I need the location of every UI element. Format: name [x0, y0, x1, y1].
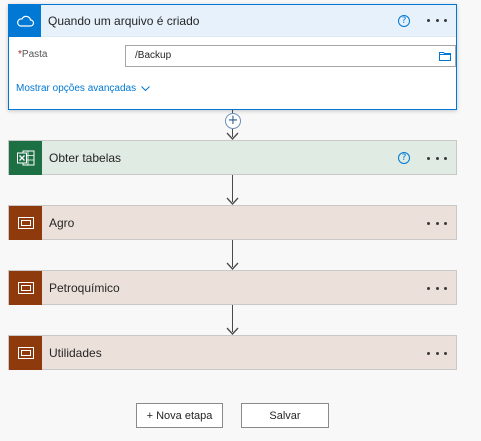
save-button[interactable]: Salvar [241, 403, 329, 428]
excel-icon [9, 141, 42, 175]
new-step-button[interactable]: + Nova etapa [136, 403, 223, 428]
advanced-options-label: Mostrar opções avançadas [16, 83, 137, 94]
scope-title: Petroquímico [49, 281, 120, 295]
excel-card-title: Obter tabelas [49, 151, 122, 165]
arrow-down-icon [226, 262, 239, 270]
add-step-plus-button[interactable]: + [225, 113, 241, 129]
folder-input-value: /Backup [135, 50, 172, 61]
trigger-title: Quando um arquivo é criado [48, 13, 200, 28]
more-options-icon[interactable] [427, 346, 447, 360]
scope-title: Utilidades [49, 346, 102, 360]
more-options-icon[interactable] [427, 281, 447, 295]
folder-field-label: *Pasta [18, 49, 48, 60]
more-options-icon[interactable] [427, 151, 447, 165]
scope-title: Agro [49, 216, 75, 230]
scope-icon [9, 271, 42, 305]
more-options-icon[interactable] [427, 216, 447, 230]
show-advanced-options-link[interactable]: Mostrar opções avançadas [16, 83, 150, 94]
scope-card-petroquimico[interactable]: Petroquímico [8, 270, 457, 305]
arrow-down-icon [226, 197, 239, 205]
folder-picker-icon[interactable] [439, 51, 451, 61]
trigger-header[interactable]: Quando um arquivo é criado ? [9, 4, 456, 37]
folder-input[interactable]: /Backup [125, 45, 456, 67]
trigger-card[interactable]: Quando um arquivo é criado ? *Pasta /Bac… [8, 4, 457, 110]
arrow-down-icon [226, 132, 239, 140]
onedrive-cloud-icon [9, 4, 41, 37]
arrow-down-icon [226, 327, 239, 335]
scope-card-utilidades[interactable]: Utilidades [8, 335, 457, 370]
scope-icon [9, 206, 42, 240]
scope-icon [9, 336, 42, 370]
scope-card-agro[interactable]: Agro [8, 205, 457, 240]
more-options-icon[interactable] [427, 14, 447, 28]
chevron-down-icon [141, 85, 150, 91]
help-icon[interactable]: ? [398, 152, 410, 164]
excel-get-tables-card[interactable]: Obter tabelas ? [8, 140, 457, 175]
help-icon[interactable]: ? [398, 14, 410, 27]
folder-field-row: *Pasta /Backup [18, 45, 456, 69]
